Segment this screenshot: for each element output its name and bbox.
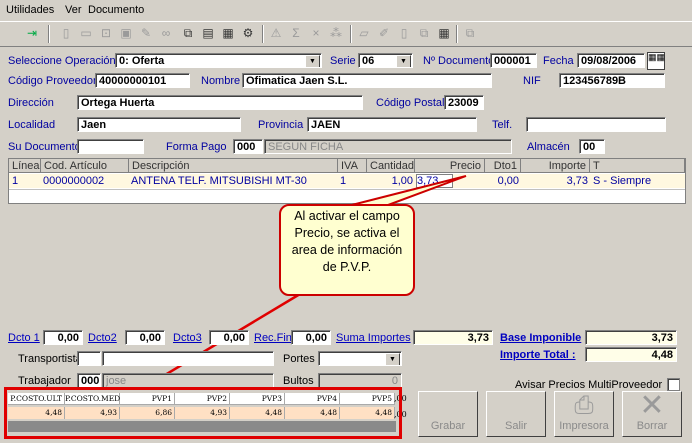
bultos-field[interactable]: 0: [318, 373, 402, 388]
save-icon: [419, 392, 477, 420]
salir-label: Salir: [504, 420, 527, 432]
label-suma[interactable]: Suma Importes: [336, 332, 411, 344]
label-dcto1[interactable]: Dcto 1: [8, 332, 40, 344]
salir-button[interactable]: Salir: [486, 391, 546, 437]
label-recfin[interactable]: Rec.Fin: [254, 332, 292, 344]
dcto3-field[interactable]: 0,00: [209, 330, 249, 345]
delete-x-icon: ✕: [639, 389, 665, 422]
base-field: 3,73: [585, 330, 677, 345]
borrar-button[interactable]: ✕ Borrar: [622, 391, 682, 437]
dcto1-field[interactable]: 0,00: [43, 330, 83, 345]
label-dcto3[interactable]: Dcto3: [173, 332, 202, 344]
label-transportista: Transportista: [18, 353, 82, 365]
recfin-field[interactable]: 0,00: [291, 330, 331, 345]
impresora-label: Impresora: [559, 420, 609, 432]
transportista-code-field[interactable]: [77, 351, 101, 366]
label-trabajador: Trabajador: [18, 375, 71, 387]
dcto2-field[interactable]: 0,00: [125, 330, 165, 345]
callout-line-3: area de información: [291, 243, 403, 257]
trabajador-code-field[interactable]: 000: [77, 373, 101, 388]
transportista-name-field[interactable]: [102, 351, 274, 366]
impresora-button[interactable]: ⎙ Impresora: [554, 391, 614, 437]
trabajador-name-field: jose: [102, 373, 274, 388]
callout-line-2: Precio, se activa el: [294, 226, 400, 240]
grabar-label: Grabar: [430, 420, 466, 432]
exit-icon: [487, 392, 545, 420]
callout-line-1: Al activar el campo: [294, 209, 400, 223]
label-bultos: Bultos: [283, 375, 314, 387]
printer-icon: ⎙: [574, 392, 594, 419]
avisar-checkbox[interactable]: [667, 378, 680, 391]
suma-field: 3,73: [413, 330, 493, 345]
chevron-down-icon[interactable]: ▼: [385, 353, 400, 365]
grabar-button[interactable]: Grabar: [418, 391, 478, 437]
label-total[interactable]: Importe Total :: [500, 349, 576, 361]
portes-select[interactable]: ▼: [318, 351, 402, 366]
label-dcto2[interactable]: Dcto2: [88, 332, 117, 344]
total-field: 4,48: [585, 347, 677, 362]
callout-line-4: de P.V.P.: [322, 260, 372, 274]
label-base[interactable]: Base Imponible: [500, 332, 581, 344]
borrar-label: Borrar: [636, 420, 668, 432]
pvp-highlight-box: [4, 387, 402, 439]
label-portes: Portes: [283, 353, 315, 365]
callout-bubble: Al activar el campo Precio, se activa el…: [279, 204, 415, 296]
